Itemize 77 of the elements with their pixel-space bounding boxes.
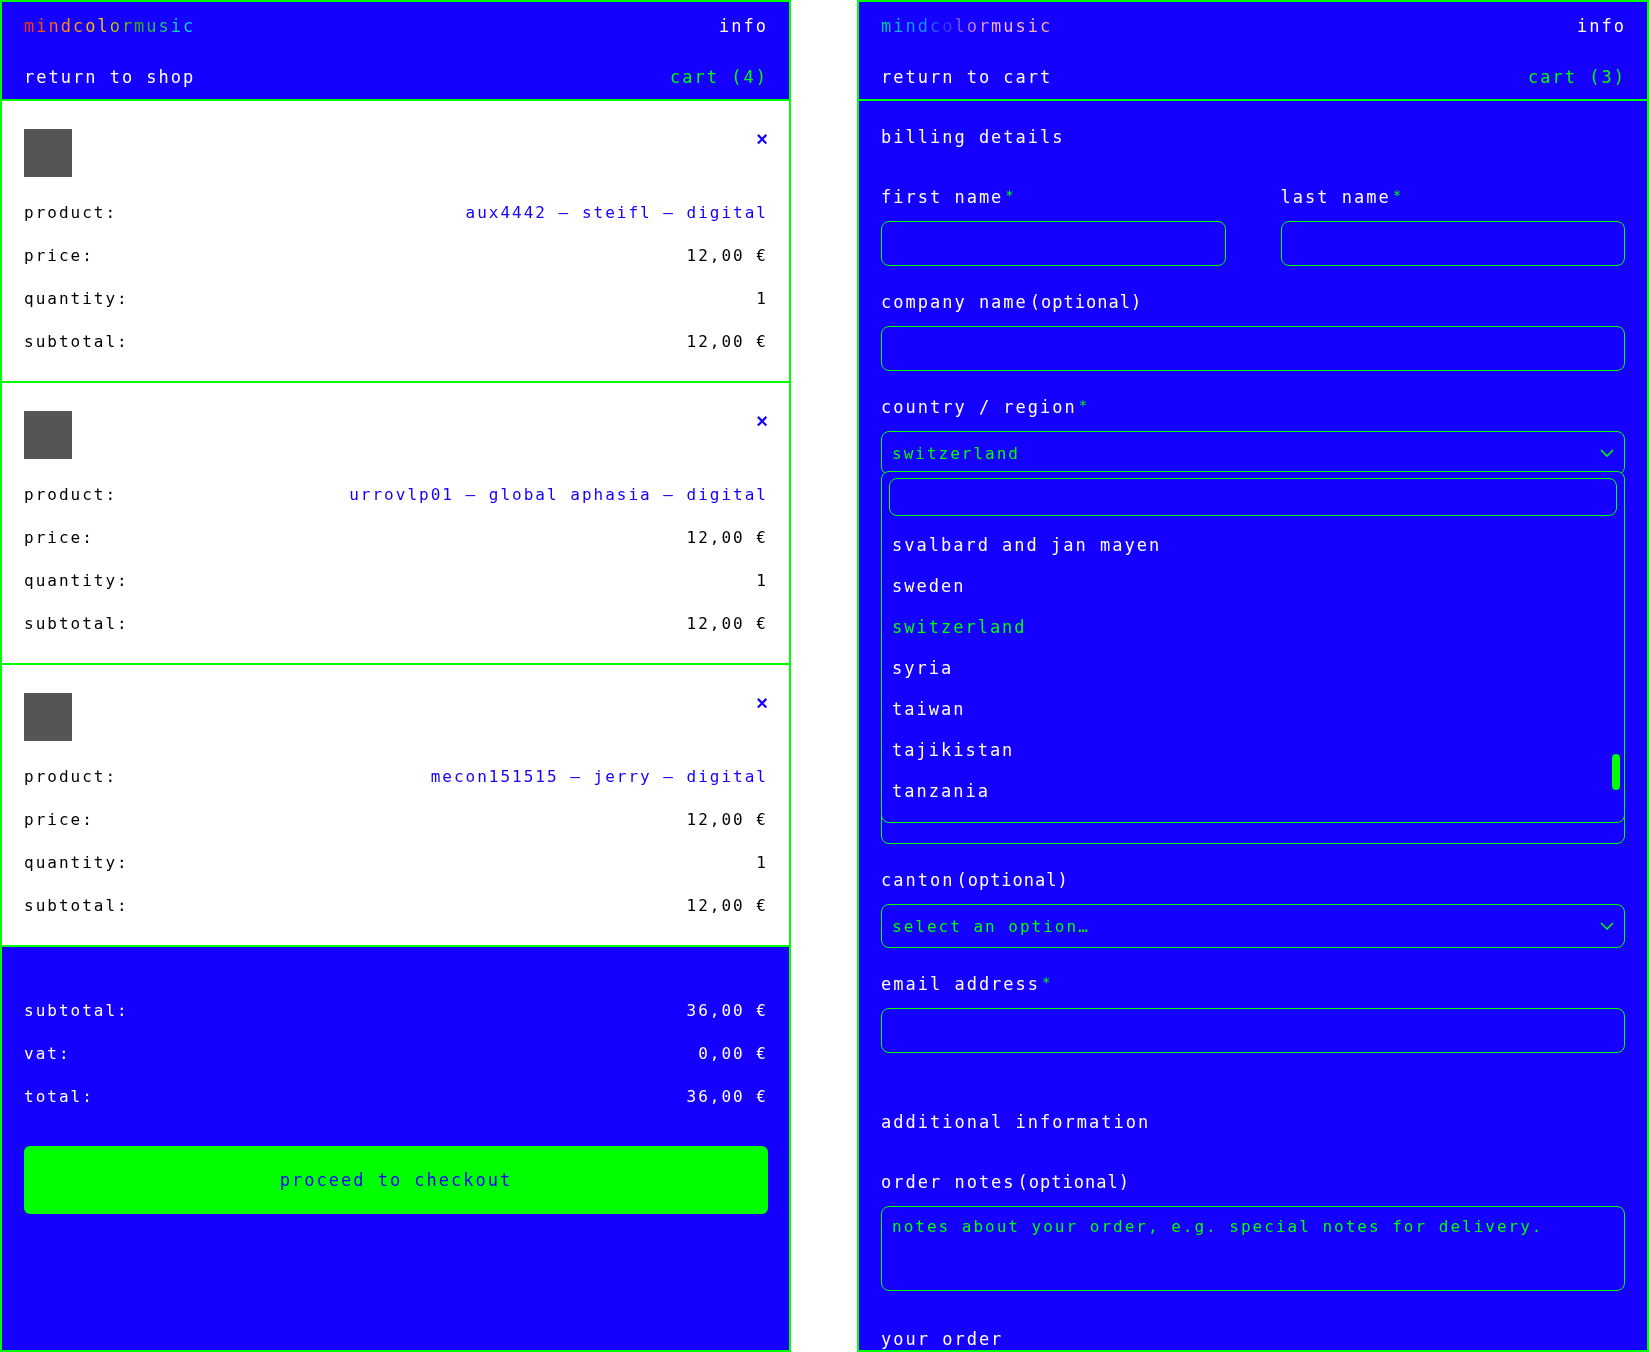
back-link[interactable]: return to shop (24, 67, 196, 87)
back-link[interactable]: return to cart (881, 67, 1053, 87)
product-link[interactable]: aux4442 – steifl – digital (465, 203, 768, 222)
total-value: 0,00 € (698, 1044, 768, 1063)
field-label: canton (881, 870, 955, 890)
cart-link[interactable]: cart (4) (670, 67, 768, 87)
field-label: product: (24, 485, 118, 504)
dropdown-option[interactable]: sweden (889, 566, 1599, 607)
info-link[interactable]: info (719, 16, 768, 36)
field-label: quantity: (24, 853, 129, 872)
dropdown-option[interactable]: taiwan (889, 689, 1599, 730)
chevron-down-icon (1600, 449, 1614, 457)
order-notes-field[interactable]: notes about your order, e.g. special notes for delivery. (881, 1206, 1625, 1291)
search-field[interactable] (889, 478, 1617, 516)
field-label: product: (24, 203, 118, 222)
info-link[interactable]: info (1577, 16, 1626, 36)
product-link[interactable]: mecon151515 – jerry – digital (430, 767, 768, 786)
required-mark: * (1078, 397, 1090, 413)
chevron-down-icon (1600, 922, 1614, 930)
required-mark: * (1042, 974, 1053, 990)
dropdown-option[interactable]: tanzania (889, 771, 1599, 812)
total-value: 36,00 € (686, 1087, 768, 1106)
total-label: subtotal: (24, 1001, 129, 1020)
field-label: subtotal: (24, 332, 129, 351)
dropdown-option[interactable]: switzerland (889, 607, 1599, 648)
dropdown-option[interactable]: syria (889, 648, 1599, 689)
field-label: quantity: (24, 571, 129, 590)
remove-button[interactable]: × (756, 693, 768, 713)
field-label: last name (1280, 187, 1391, 207)
remove-button[interactable]: × (756, 129, 768, 149)
price-text: 12,00 € (686, 810, 768, 829)
field-label: price: (24, 246, 94, 265)
price-text: 12,00 € (686, 528, 768, 547)
dropdown-option[interactable]: tajikistan (889, 730, 1599, 771)
value-text: 1 (756, 571, 768, 590)
field-label: subtotal: (24, 896, 129, 915)
price-text: 12,00 € (686, 614, 768, 633)
photo-placeholder (24, 411, 72, 459)
scrollbar-thumb[interactable] (1612, 754, 1620, 790)
optional-note: (optional) (1017, 1172, 1130, 1192)
total-label: total: (24, 1087, 94, 1106)
field-label: email address (881, 974, 1041, 994)
product-link[interactable]: urrovlp01 – global aphasia – digital (349, 485, 768, 504)
field-label: subtotal: (24, 614, 129, 633)
optional-note: (optional) (1029, 292, 1143, 312)
price-text: 12,00 € (686, 896, 768, 915)
field-label: price: (24, 810, 94, 829)
optional-note: (optional) (956, 870, 1069, 890)
checkout-button[interactable]: proceed to checkout (24, 1146, 768, 1214)
price-text: 12,00 € (686, 246, 768, 265)
price-text: 12,00 € (686, 332, 768, 351)
total-label: vat: (24, 1044, 71, 1063)
photo-placeholder (24, 129, 72, 177)
input-field[interactable] (1280, 221, 1625, 266)
remove-button[interactable]: × (756, 411, 768, 431)
section-title: your order (881, 1329, 1005, 1351)
canton-select[interactable]: select an option… (881, 904, 1625, 948)
cart-link[interactable]: cart (3) (1528, 67, 1626, 87)
input-field[interactable] (881, 1008, 1625, 1053)
field-label: price: (24, 528, 94, 547)
field-label: order notes (881, 1172, 1016, 1192)
section-title: billing details (881, 127, 1066, 149)
section-title: additional information (881, 1112, 1152, 1134)
input-field[interactable] (881, 221, 1226, 266)
dropdown-option[interactable]: svalbard and jan mayen (889, 525, 1599, 566)
field-label: product: (24, 767, 118, 786)
value-text: 1 (756, 853, 768, 872)
input-field[interactable] (881, 326, 1625, 371)
value-text: 1 (756, 289, 768, 308)
required-mark: * (1005, 187, 1016, 203)
field-label: first name (881, 187, 1004, 207)
required-mark: * (1392, 187, 1404, 203)
field-label: company name (881, 292, 1028, 312)
field-label: quantity: (24, 289, 129, 308)
photo-placeholder (24, 693, 72, 741)
total-value: 36,00 € (686, 1001, 768, 1020)
field-label: country / region (881, 397, 1077, 417)
